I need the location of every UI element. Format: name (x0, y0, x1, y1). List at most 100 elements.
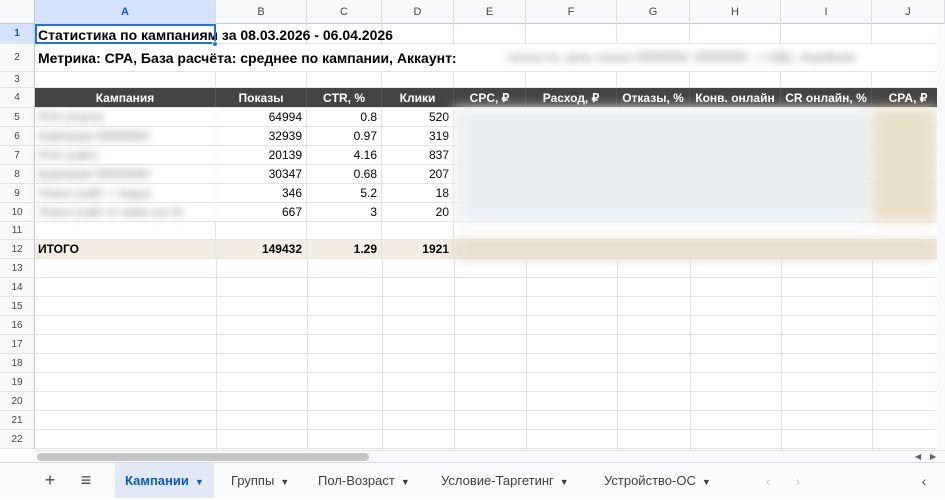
tab-campaigns[interactable]: Кампании ▼ (115, 463, 214, 498)
ctr-cell[interactable]: 5.2 (307, 184, 382, 202)
row-header[interactable]: 4 (0, 88, 35, 108)
column-header-e[interactable]: E (454, 0, 526, 24)
column-header-i[interactable]: I (781, 0, 872, 24)
total-clicks[interactable]: 1921 (382, 240, 454, 258)
column-header-c[interactable]: C (307, 0, 382, 24)
ctr-cell[interactable]: 0.97 (307, 127, 382, 145)
cell[interactable] (526, 72, 617, 87)
fill-handle[interactable] (212, 41, 218, 47)
row-header[interactable]: 10 (0, 203, 35, 222)
column-header-a[interactable]: A (35, 0, 216, 24)
header-bounces[interactable]: Отказы, % (617, 88, 690, 107)
report-subtitle[interactable]: Метрика: CPA, База расчёта: среднее по к… (38, 50, 457, 66)
header-spend[interactable]: Расход, ₽ (526, 88, 617, 107)
shows-cell[interactable]: 20139 (216, 146, 307, 164)
row-header[interactable]: 13 (0, 259, 35, 278)
collapse-icon[interactable]: ‹ (912, 469, 936, 493)
shows-cell[interactable]: 667 (216, 203, 307, 221)
shows-cell[interactable]: 30347 (216, 165, 307, 183)
row-header[interactable]: 22 (0, 430, 35, 449)
row-header[interactable]: 12 (0, 240, 35, 259)
cell[interactable] (307, 222, 382, 239)
caret-down-icon[interactable]: ▼ (280, 477, 289, 487)
caret-down-icon[interactable]: ▼ (195, 477, 204, 487)
ctr-cell[interactable]: 3 (307, 203, 382, 221)
row-header[interactable]: 11 (0, 222, 35, 240)
tab-groups[interactable]: Группы ▼ (221, 463, 299, 498)
clicks-cell[interactable]: 20 (382, 203, 454, 221)
row-header[interactable]: 8 (0, 165, 35, 184)
row-header[interactable]: 6 (0, 127, 35, 146)
cell[interactable] (454, 72, 526, 87)
all-sheets-button[interactable]: ≡ (74, 463, 98, 498)
row-header[interactable]: 14 (0, 278, 35, 297)
cell[interactable] (617, 24, 690, 43)
header-campaign[interactable]: Кампания (35, 88, 216, 107)
cell[interactable] (690, 72, 781, 87)
total-label[interactable]: ИТОГО (35, 240, 216, 258)
tab-device-os[interactable]: Устройство-ОС ▼ (594, 463, 721, 498)
cell[interactable] (35, 72, 216, 87)
row-header[interactable]: 1 (0, 24, 35, 44)
row-header[interactable]: 5 (0, 108, 35, 127)
cell[interactable] (382, 72, 454, 87)
cell[interactable] (781, 24, 872, 43)
clicks-cell[interactable]: 207 (382, 165, 454, 183)
column-header-h[interactable]: H (690, 0, 781, 24)
row-header[interactable]: 20 (0, 392, 35, 411)
tab-targeting[interactable]: Условие-Таргетинг ▼ (431, 463, 579, 498)
campaign-name[interactable]: Поиск (сайт + лиды) (35, 184, 216, 202)
row-header[interactable]: 19 (0, 373, 35, 392)
shows-cell[interactable]: 64994 (216, 108, 307, 126)
row-header[interactable]: 3 (0, 72, 35, 88)
campaign-name[interactable]: РСК (поиск) (35, 108, 216, 126)
clicks-cell[interactable]: 18 (382, 184, 454, 202)
cell[interactable] (617, 72, 690, 87)
column-header-d[interactable]: D (382, 0, 454, 24)
ctr-cell[interactable]: 0.8 (307, 108, 382, 126)
select-all-corner[interactable] (0, 0, 35, 24)
cell[interactable] (382, 222, 454, 239)
prev-sheet-icon[interactable]: ‹ (756, 469, 780, 493)
cell[interactable] (526, 24, 617, 43)
clicks-cell[interactable]: 319 (382, 127, 454, 145)
caret-down-icon[interactable]: ▼ (560, 477, 569, 487)
column-header-b[interactable]: B (216, 0, 307, 24)
cell[interactable] (307, 72, 382, 87)
cell[interactable] (216, 72, 307, 87)
cell[interactable] (454, 24, 526, 43)
campaign-name[interactable]: Кампания 00000000 (35, 165, 216, 183)
horizontal-scroll-thumb[interactable] (37, 453, 369, 461)
caret-down-icon[interactable]: ▼ (702, 477, 711, 487)
row-header[interactable]: 21 (0, 411, 35, 430)
row-header[interactable]: 9 (0, 184, 35, 203)
ctr-cell[interactable]: 4.16 (307, 146, 382, 164)
row-header[interactable]: 15 (0, 297, 35, 316)
column-header-f[interactable]: F (526, 0, 617, 24)
header-shows[interactable]: Показы (216, 88, 307, 107)
add-sheet-button[interactable]: + (38, 463, 62, 498)
clicks-cell[interactable]: 520 (382, 108, 454, 126)
cell[interactable] (781, 72, 872, 87)
header-cpa[interactable]: CPA, ₽ (872, 88, 945, 107)
cell[interactable] (690, 24, 781, 43)
ctr-cell[interactable]: 0.68 (307, 165, 382, 183)
total-shows[interactable]: 149432 (216, 240, 307, 258)
column-header-j[interactable]: J (872, 0, 945, 24)
header-cpc[interactable]: CPC, ₽ (454, 88, 526, 107)
horizontal-scrollbar[interactable]: ◀ ▶ (35, 450, 945, 462)
row-header[interactable]: 18 (0, 354, 35, 373)
row-header[interactable]: 16 (0, 316, 35, 335)
header-conv-online[interactable]: Конв. онлайн (690, 88, 781, 107)
next-sheet-icon[interactable]: › (786, 469, 810, 493)
shows-cell[interactable]: 346 (216, 184, 307, 202)
total-ctr[interactable]: 1.29 (307, 240, 382, 258)
spreadsheet-grid[interactable]: A B C D E F G H I J 1 2 3 4 5 6 7 8 9 10… (0, 0, 945, 450)
column-header-g[interactable]: G (617, 0, 690, 24)
row-header[interactable]: 2 (0, 44, 35, 72)
cell[interactable] (35, 222, 216, 239)
campaign-name[interactable]: Поиск (сайт от ммм суп 0) (35, 203, 216, 221)
row-header[interactable]: 17 (0, 335, 35, 354)
cell[interactable] (216, 222, 307, 239)
header-clicks[interactable]: Клики (382, 88, 454, 107)
